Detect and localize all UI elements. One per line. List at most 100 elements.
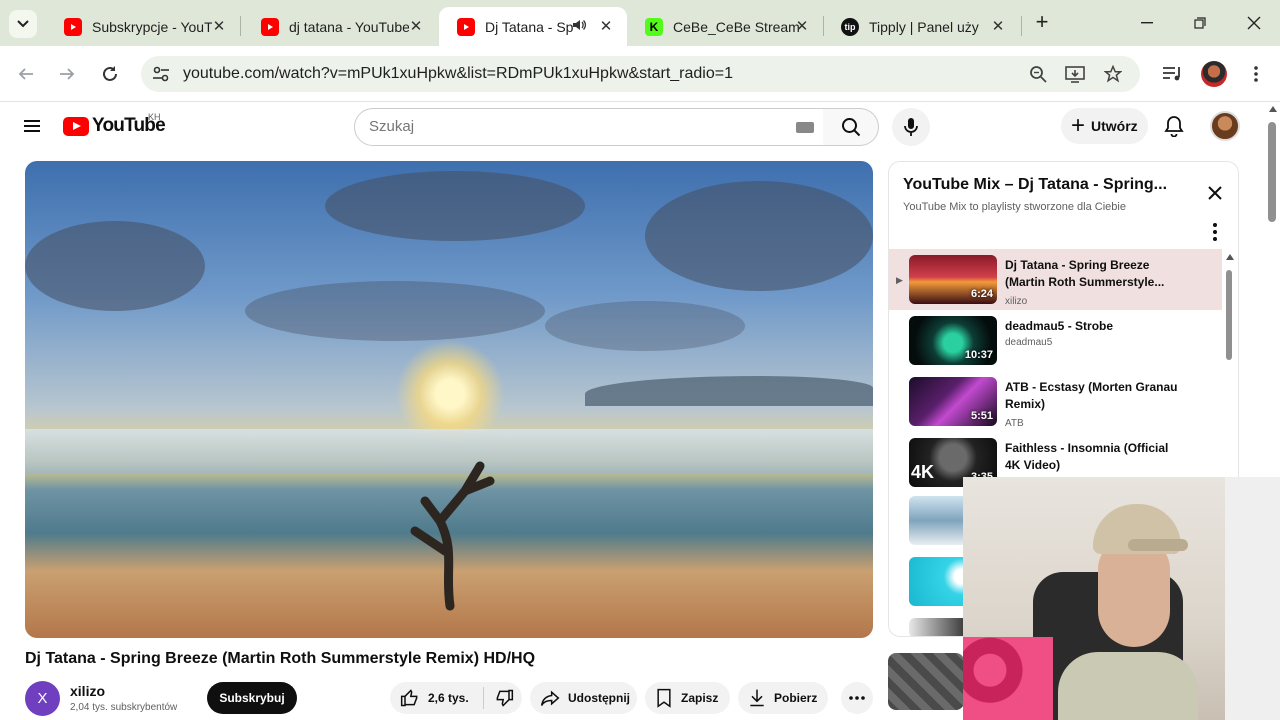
channel-avatar[interactable]: X bbox=[25, 681, 60, 716]
create-button[interactable]: + Utwórz bbox=[1061, 108, 1148, 144]
tab-search-button[interactable] bbox=[9, 10, 37, 38]
forward-arrow-icon[interactable] bbox=[55, 62, 79, 86]
scroll-up-arrow-icon[interactable] bbox=[1226, 254, 1234, 260]
account-avatar[interactable] bbox=[1210, 111, 1240, 141]
close-tab-icon[interactable]: ✕ bbox=[989, 17, 1007, 35]
media-controls-icon[interactable] bbox=[1160, 62, 1184, 86]
bookmark-star-icon[interactable] bbox=[1101, 62, 1125, 86]
thumbs-down-icon bbox=[496, 689, 513, 707]
video-frame-cloud bbox=[245, 281, 545, 341]
browser-tab-1[interactable]: Subskrypcje - YouTube ✕ bbox=[46, 7, 240, 46]
back-arrow-icon[interactable] bbox=[14, 62, 38, 86]
video-thumbnail[interactable]: 5:51 bbox=[909, 377, 997, 426]
notifications-bell-icon[interactable] bbox=[1162, 114, 1186, 138]
video-duration: 6:24 bbox=[970, 288, 993, 300]
video-frame-cloud bbox=[645, 181, 873, 291]
save-button[interactable]: Zapisz bbox=[645, 682, 730, 714]
tipply-icon: tip bbox=[841, 17, 859, 36]
tab-divider bbox=[1021, 16, 1022, 36]
youtube-play-icon bbox=[63, 116, 89, 136]
youtube-masthead: YouTube KH + Utwórz bbox=[0, 102, 1265, 158]
dislike-button[interactable] bbox=[484, 688, 522, 708]
like-dislike-group: 2,6 tys. bbox=[390, 682, 522, 714]
playlist-item-channel: ATB bbox=[1005, 418, 1024, 429]
now-playing-icon: ▶ bbox=[896, 275, 903, 285]
create-label: Utwórz bbox=[1091, 118, 1138, 134]
browser-tab-bar: Subskrypcje - YouTube ✕ dj tatana - YouT… bbox=[0, 0, 1280, 46]
share-icon bbox=[540, 690, 560, 706]
playlist-scrollbar[interactable] bbox=[1224, 252, 1236, 362]
kick-icon: K bbox=[645, 17, 663, 36]
browser-menu-icon[interactable] bbox=[1244, 62, 1268, 86]
share-button[interactable]: Udostępnij bbox=[530, 682, 637, 714]
webcam-background-door bbox=[1225, 477, 1280, 720]
playlist-more-icon[interactable] bbox=[1211, 223, 1219, 241]
video-thumbnail[interactable]: 10:37 bbox=[909, 316, 997, 365]
download-button[interactable]: Pobierz bbox=[738, 682, 828, 714]
close-tab-icon[interactable]: ✕ bbox=[597, 17, 615, 35]
voice-search-button[interactable] bbox=[892, 108, 930, 146]
close-window-icon[interactable] bbox=[1243, 12, 1265, 34]
webcam-overlay bbox=[963, 477, 1280, 720]
save-label: Zapisz bbox=[681, 691, 719, 705]
browser-tab-2[interactable]: dj tatana - YouTube ✕ bbox=[243, 7, 437, 46]
share-label: Udostępnij bbox=[568, 691, 630, 705]
profile-avatar[interactable] bbox=[1201, 61, 1227, 87]
address-bar[interactable]: youtube.com/watch?v=mPUk1xuHpkw&list=RDm… bbox=[141, 56, 1140, 92]
recommended-video-thumbnail[interactable] bbox=[888, 653, 964, 710]
thumbs-up-icon bbox=[400, 689, 418, 707]
tab-divider bbox=[240, 16, 241, 36]
tab-title: Tipply | Panel użytkownika bbox=[869, 18, 979, 35]
playlist-item[interactable]: 10:37 deadmau5 - Strobe deadmau5 bbox=[889, 310, 1222, 371]
browser-tab-4[interactable]: K CeBe_CeBe Stream ✕ bbox=[627, 7, 823, 46]
minimize-icon[interactable] bbox=[1136, 12, 1158, 34]
playlist-item-channel: xilizo bbox=[1005, 296, 1028, 307]
video-frame-driftwood bbox=[410, 461, 495, 611]
more-actions-button[interactable] bbox=[841, 682, 873, 714]
playlist-item-title: ATB - Ecstasy (Morten Granau Remix) bbox=[1005, 380, 1178, 411]
video-thumbnail[interactable]: 6:24 bbox=[909, 255, 997, 304]
playlist-item[interactable]: 5:51 ATB - Ecstasy (Morten Granau Remix)… bbox=[889, 371, 1222, 432]
tab-title: CeBe_CeBe Stream bbox=[673, 18, 800, 35]
like-count: 2,6 tys. bbox=[428, 691, 469, 705]
subscriber-count: 2,04 tys. subskrybentów bbox=[70, 702, 178, 713]
scrollbar-thumb[interactable] bbox=[1268, 122, 1276, 222]
browser-tab-3-active[interactable]: Dj Tatana - Spring Breeze ✕ bbox=[439, 7, 627, 46]
playlist-scrollbar-thumb[interactable] bbox=[1226, 270, 1232, 360]
restore-icon[interactable] bbox=[1189, 12, 1211, 34]
browser-toolbar: youtube.com/watch?v=mPUk1xuHpkw&list=RDm… bbox=[0, 46, 1280, 102]
guide-menu-icon[interactable] bbox=[22, 116, 42, 136]
playlist-item-channel: deadmau5 bbox=[1005, 337, 1053, 348]
search-input[interactable] bbox=[369, 118, 769, 135]
playlist-item[interactable]: ▶ 6:24 Dj Tatana - Spring Breeze (Martin… bbox=[889, 249, 1222, 310]
close-tab-icon[interactable]: ✕ bbox=[793, 17, 811, 35]
playlist-title[interactable]: YouTube Mix – Dj Tatana - Spring... bbox=[903, 176, 1167, 194]
channel-name[interactable]: xilizo bbox=[70, 683, 105, 699]
reload-icon[interactable] bbox=[98, 62, 122, 86]
youtube-logo[interactable]: YouTube KH bbox=[63, 112, 166, 138]
url-text[interactable]: youtube.com/watch?v=mPUk1xuHpkw&list=RDm… bbox=[183, 65, 733, 83]
video-player[interactable] bbox=[25, 161, 873, 638]
site-settings-icon[interactable] bbox=[151, 64, 171, 89]
youtube-icon bbox=[261, 17, 279, 36]
video-frame-hills bbox=[585, 376, 873, 406]
chevron-down-icon bbox=[17, 20, 29, 28]
speaker-icon[interactable] bbox=[571, 17, 587, 36]
install-app-icon[interactable] bbox=[1063, 62, 1087, 86]
search-button[interactable] bbox=[823, 108, 879, 146]
zoom-icon[interactable] bbox=[1026, 62, 1050, 86]
playlist-item-title: Faithless - Insomnia (Official 4K Video) bbox=[1005, 441, 1169, 472]
subscribe-button[interactable]: Subskrybuj bbox=[207, 682, 297, 714]
close-tab-icon[interactable]: ✕ bbox=[210, 17, 228, 35]
new-tab-button[interactable]: + bbox=[1031, 11, 1053, 34]
close-playlist-icon[interactable] bbox=[1206, 184, 1224, 202]
like-button[interactable]: 2,6 tys. bbox=[390, 688, 469, 708]
tab-title: Subskrypcje - YouTube bbox=[92, 18, 212, 35]
search-icon bbox=[841, 118, 860, 137]
keyboard-icon[interactable] bbox=[796, 122, 814, 133]
scroll-up-arrow-icon[interactable] bbox=[1269, 106, 1277, 112]
plus-icon: + bbox=[1071, 112, 1086, 139]
browser-tab-5[interactable]: tip Tipply | Panel użytkownika ✕ bbox=[823, 7, 1019, 46]
video-duration: 10:37 bbox=[964, 349, 993, 361]
close-tab-icon[interactable]: ✕ bbox=[407, 17, 425, 35]
